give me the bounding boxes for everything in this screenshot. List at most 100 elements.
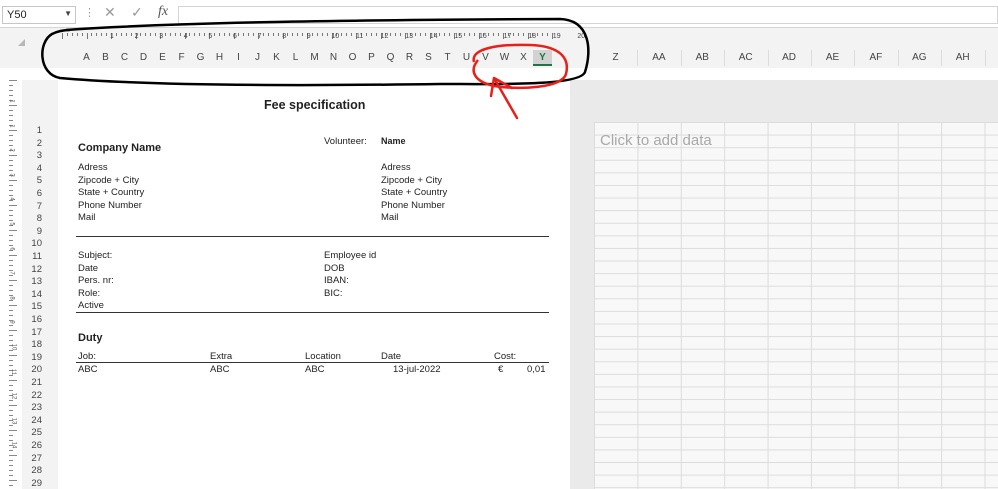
ruler-number: 3 [8,173,15,177]
column-header-af[interactable]: AF [854,50,897,66]
column-header-r[interactable]: R [400,50,419,66]
ruler-tick [302,33,304,36]
ruler-tick [9,185,13,186]
row-header-26[interactable]: 26 [22,440,42,451]
select-all-corner[interactable] [18,39,25,46]
column-header-j[interactable]: J [248,50,267,66]
row-header-14[interactable]: 14 [22,289,42,300]
ruler-number: 19 [552,33,561,40]
ruler-tick [9,220,13,221]
row-header-28[interactable]: 28 [22,465,42,476]
row-header-18[interactable]: 18 [22,339,42,350]
column-header-q[interactable]: Q [381,50,400,66]
column-header-v[interactable]: V [476,50,495,66]
column-header-aa[interactable]: AA [637,50,680,66]
column-header-o[interactable]: O [343,50,362,66]
column-header-w[interactable]: W [495,50,514,66]
ruler-tick [9,410,13,411]
cancel-icon[interactable]: ✕ [104,4,116,21]
row-header-9[interactable]: 9 [22,226,42,237]
ruler-tick [9,385,13,386]
row-header-8[interactable]: 8 [22,213,42,224]
row-header-6[interactable]: 6 [22,188,42,199]
column-header-e[interactable]: E [153,50,172,66]
ruler-tick [9,355,17,356]
column-header-a[interactable]: A [77,50,96,66]
column-header-ae[interactable]: AE [811,50,854,66]
row-header-12[interactable]: 12 [22,264,42,275]
ruler-tick [297,33,299,36]
column-header-n[interactable]: N [324,50,343,66]
column-header-d[interactable]: D [134,50,153,66]
column-header-z[interactable]: Z [594,50,637,66]
row-header-21[interactable]: 21 [22,377,42,388]
row-header-3[interactable]: 3 [22,150,42,161]
print-page[interactable]: Fee specification Company Name Volunteer… [58,80,570,489]
ruler-tick [9,85,13,86]
column-header-ag[interactable]: AG [898,50,941,66]
row-header-1[interactable]: 1 [22,125,42,136]
insert-function-icon[interactable]: fx [158,4,168,20]
column-header-x[interactable]: X [514,50,533,66]
ruler-tick [351,33,353,36]
row-header-25[interactable]: 25 [22,427,42,438]
column-header-u[interactable]: U [457,50,476,66]
column-header-s[interactable]: S [419,50,438,66]
ruler-number: 8 [8,296,15,300]
left-address-line: Mail [78,212,96,224]
row-header-11[interactable]: 11 [22,251,42,262]
row-header-5[interactable]: 5 [22,175,42,186]
name-box[interactable]: Y50 ▼ [2,6,76,24]
column-header-i[interactable]: I [229,50,248,66]
row-header-16[interactable]: 16 [22,314,42,325]
row-header-10[interactable]: 10 [22,238,42,249]
row-header-2[interactable]: 2 [22,138,42,149]
row-header-24[interactable]: 24 [22,415,42,426]
ruler-number: 12 [10,392,17,400]
ruler-tick [272,33,274,36]
row-header-22[interactable]: 22 [22,390,42,401]
vertical-ruler: 1 1 2 3 4 5 6 7 8 9 10 11 12 13 14 [3,80,21,489]
column-header-m[interactable]: M [305,50,324,66]
column-header-f[interactable]: F [172,50,191,66]
row-header-19[interactable]: 19 [22,352,42,363]
ruler-tick [9,375,13,376]
column-header-ah[interactable]: AH [941,50,984,66]
more-options-icon[interactable]: ⋮ [84,6,95,19]
ruler-tick [9,205,17,206]
duty-date: 13-jul-2022 [393,364,441,375]
ruler-tick [9,285,13,286]
row-header-29[interactable]: 29 [22,478,42,489]
column-header-b[interactable]: B [96,50,115,66]
column-header-ab[interactable]: AB [681,50,724,66]
row-header-20[interactable]: 20 [22,364,42,375]
column-header-y[interactable]: Y [533,50,552,66]
duty-cost: 0,01 [527,364,546,375]
column-header-l[interactable]: L [286,50,305,66]
row-header-4[interactable]: 4 [22,163,42,174]
chevron-down-icon[interactable]: ▼ [64,9,72,18]
row-header-7[interactable]: 7 [22,201,42,212]
row-header-13[interactable]: 13 [22,276,42,287]
ruler-tick [395,33,397,36]
column-header-t[interactable]: T [438,50,457,66]
ruler-tick [62,33,63,39]
column-header-ac[interactable]: AC [724,50,767,66]
row-header-17[interactable]: 17 [22,327,42,338]
column-header-ad[interactable]: AD [768,50,811,66]
formula-input[interactable] [178,6,998,24]
row-header-23[interactable]: 23 [22,402,42,413]
ruler-tick [243,33,245,36]
row-header-15[interactable]: 15 [22,301,42,312]
enter-icon[interactable]: ✓ [131,4,143,21]
column-header-c[interactable]: C [115,50,134,66]
column-header-k[interactable]: K [267,50,286,66]
ruler-tick [522,33,524,36]
next-page-grid[interactable] [594,122,998,489]
click-to-add-data[interactable]: Click to add data [600,132,712,149]
column-header-g[interactable]: G [191,50,210,66]
column-header-p[interactable]: P [362,50,381,66]
row-header-27[interactable]: 27 [22,453,42,464]
column-header-h[interactable]: H [210,50,229,66]
name-box-value: Y50 [7,9,27,21]
